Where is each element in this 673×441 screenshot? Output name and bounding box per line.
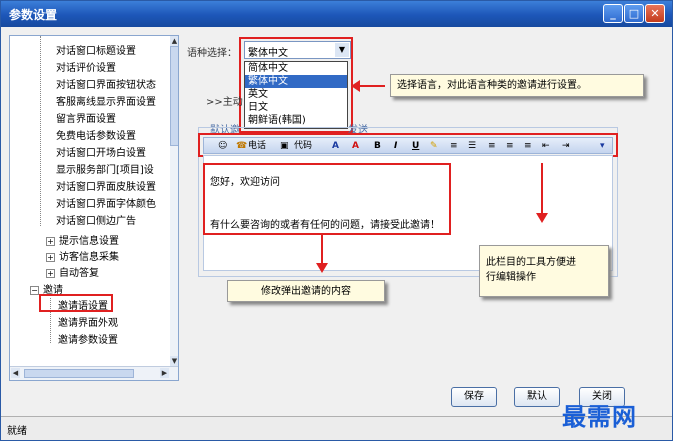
arrow-down-icon: [536, 213, 548, 223]
callout-toolbar-line-2: 行编辑操作: [486, 272, 536, 283]
tree-item[interactable]: 显示服务部门[项目]设: [56, 163, 154, 178]
scroll-left-icon[interactable]: ◀: [11, 368, 20, 378]
tree-item[interactable]: 免费电话参数设置: [56, 129, 136, 144]
title-bar: 参数设置: [1, 1, 672, 27]
scroll-right-icon[interactable]: ▶: [160, 368, 169, 378]
highlight-toolbar: [198, 133, 618, 157]
tree-vertical-scrollbar[interactable]: ▲ ▼: [170, 36, 178, 366]
tree-hscroll-thumb[interactable]: [24, 369, 134, 378]
tree-group-tips[interactable]: + 提示信息设置: [46, 234, 119, 249]
highlight-invite-item: [39, 294, 113, 312]
scroll-up-icon[interactable]: ▲: [170, 36, 178, 46]
tree-item[interactable]: 对话窗口开场白设置: [56, 146, 146, 161]
callout-toolbar-line-1: 此栏目的工具方便进: [486, 257, 576, 268]
tree-item[interactable]: 客服离线显示界面设置: [56, 95, 156, 110]
arrow-left-icon: [351, 80, 360, 92]
tree-item[interactable]: 对话窗口侧边广告: [56, 214, 136, 229]
settings-window: 参数设置 _ □ ✕ 对话窗口标题设置 对话评价设置对话窗口界面按钮状态 客服离线显…: [0, 0, 673, 441]
tree-group-visitor-info[interactable]: + 访客信息采集: [46, 250, 119, 265]
arrow-line: [321, 235, 323, 265]
save-button[interactable]: 保存: [451, 387, 497, 407]
watermark-logo: 最需网: [562, 402, 637, 431]
tree-item-invite-params[interactable]: 邀请参数设置: [58, 333, 118, 348]
scroll-down-icon[interactable]: ▼: [170, 356, 178, 366]
tree-item[interactable]: 对话窗口标题设置: [56, 44, 136, 59]
language-label: 语种选择：: [187, 48, 237, 59]
callout-language: 选择语言，对此语言种类的邀请进行设置。: [390, 74, 644, 97]
settings-tree: 对话窗口标题设置 对话评价设置对话窗口界面按钮状态 客服离线显示界面设置 留言界面设置…: [9, 35, 179, 381]
tree-item[interactable]: 对话窗口界面字体颜色: [56, 197, 156, 212]
tree-item[interactable]: 对话窗口界面皮肤设置: [56, 180, 156, 195]
tree-item-invite-appearance[interactable]: 邀请界面外观: [58, 316, 118, 331]
tree-scroll-thumb[interactable]: [170, 46, 178, 146]
callout-editor: 修改弹出邀请的内容: [227, 280, 385, 302]
tree-horizontal-scrollbar[interactable]: ◀ ▶: [10, 366, 178, 380]
highlight-editor: [203, 163, 451, 235]
status-text: 就绪: [7, 426, 27, 437]
tree-item[interactable]: 对话评价设置: [56, 61, 116, 76]
arrow-line: [541, 163, 543, 215]
minimize-button[interactable]: _: [603, 4, 623, 23]
default-button[interactable]: 默认: [514, 387, 560, 407]
tree-item[interactable]: 对话窗口界面按钮状态: [56, 78, 156, 93]
tree-item[interactable]: 留言界面设置: [56, 112, 116, 127]
breadcrumb: >>主动: [206, 97, 243, 108]
maximize-button[interactable]: □: [624, 4, 644, 23]
highlight-language: [239, 37, 353, 133]
window-title: 参数设置: [9, 8, 58, 22]
arrow-down-icon: [316, 263, 328, 273]
close-window-button[interactable]: ✕: [645, 4, 665, 23]
tree-group-auto-reply[interactable]: + 自动答复: [46, 266, 99, 281]
callout-toolbar: 此栏目的工具方便进 行编辑操作: [479, 245, 609, 297]
